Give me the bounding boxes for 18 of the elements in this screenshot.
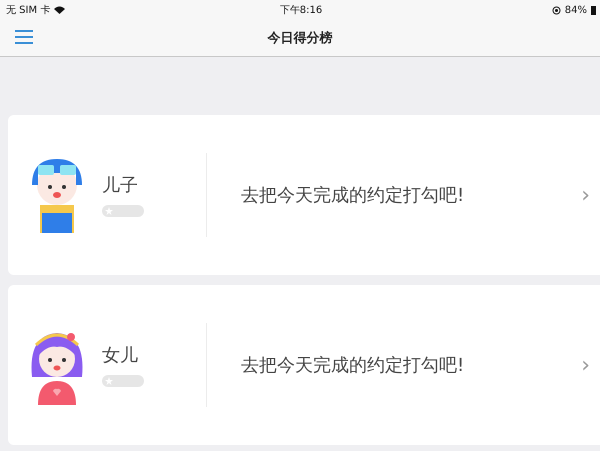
menu-icon[interactable] bbox=[14, 29, 34, 45]
child-name: 女儿 bbox=[102, 344, 139, 367]
prompt-text: 去把今天完成的约定打勾吧! bbox=[240, 354, 466, 377]
prompt-text: 去把今天完成的约定打勾吧! bbox=[240, 184, 466, 207]
battery-percent: 84% bbox=[564, 4, 587, 16]
child-card[interactable]: 儿子 去把今天完成的约定打勾吧! › bbox=[8, 115, 600, 275]
page-title: 今日得分榜 bbox=[268, 30, 332, 47]
battery-icon bbox=[591, 6, 596, 14]
chevron-icon: › bbox=[581, 182, 600, 208]
star-icon bbox=[105, 207, 113, 215]
child-name: 儿子 bbox=[102, 174, 139, 197]
carrier-label: 无 SIM 卡 bbox=[6, 4, 50, 17]
chevron-icon: › bbox=[581, 352, 600, 378]
rotation-lock-icon bbox=[552, 6, 561, 14]
star-icon bbox=[105, 377, 113, 385]
child-card[interactable]: 女儿 去把今天完成的约定打勾吧! › bbox=[8, 285, 600, 445]
clock-time: 下午8:16 bbox=[280, 4, 322, 17]
wifi-icon bbox=[54, 6, 66, 14]
